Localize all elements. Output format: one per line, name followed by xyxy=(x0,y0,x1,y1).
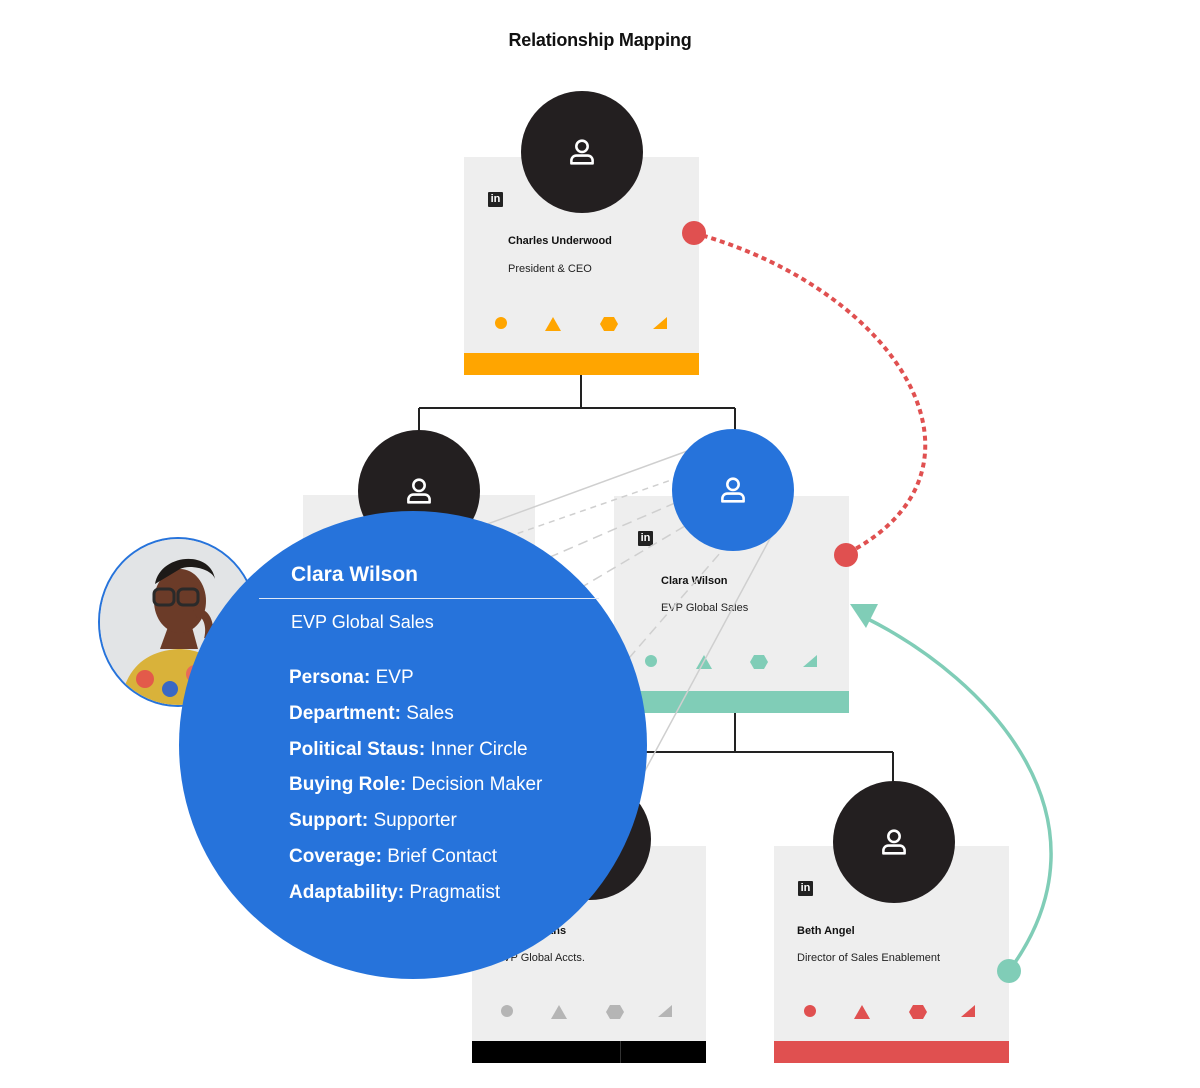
fact-value: Decision Maker xyxy=(411,774,543,796)
fact-value: Brief Contact xyxy=(387,845,498,867)
relationship-endpoint-beth xyxy=(997,959,1021,983)
fact-support: Support: Supporter xyxy=(289,809,542,845)
detail-name: Clara Wilson xyxy=(291,563,419,586)
relationship-line-charles-clara xyxy=(693,231,928,556)
detail-facts: Persona: EVP Department: Sales Political… xyxy=(289,666,542,917)
arrowhead-icon xyxy=(850,604,878,628)
fact-buying-role: Buying Role: Decision Maker xyxy=(289,773,542,809)
relationship-endpoint-clara xyxy=(834,543,858,567)
fact-label: Buying Role: xyxy=(289,774,407,796)
detail-role: EVP Global Sales xyxy=(291,612,434,632)
fact-value: Inner Circle xyxy=(430,738,528,760)
fact-persona: Persona: EVP xyxy=(289,666,542,702)
fact-value: Supporter xyxy=(373,810,457,832)
fact-label: Adaptability: xyxy=(289,881,405,903)
fact-value: Pragmatist xyxy=(409,881,501,903)
fact-coverage: Coverage: Brief Contact xyxy=(289,845,542,881)
fact-political-status: Political Staus: Inner Circle xyxy=(289,738,542,774)
fact-label: Support: xyxy=(289,810,369,832)
fact-label: Persona: xyxy=(289,667,371,688)
relationship-line-beth-clara xyxy=(865,616,1053,973)
divider xyxy=(259,598,599,599)
fact-department: Department: Sales xyxy=(289,702,542,738)
fact-value: Sales xyxy=(406,702,454,724)
fact-label: Department: xyxy=(289,702,401,724)
fact-label: Coverage: xyxy=(289,845,382,867)
fact-label: Political Staus: xyxy=(289,738,426,760)
relationship-endpoint-charles xyxy=(682,221,706,245)
fact-adaptability: Adaptability: Pragmatist xyxy=(289,881,542,917)
fact-value: EVP xyxy=(375,667,414,688)
